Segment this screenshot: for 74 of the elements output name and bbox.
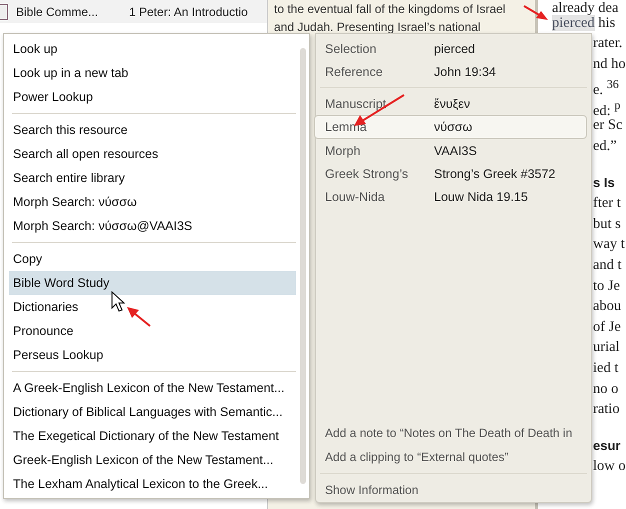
- book-text: already dea: [552, 0, 620, 15]
- menu-item[interactable]: Dictionaries: [9, 295, 296, 319]
- resource-row[interactable]: Bible Comme... 1 Peter: An Introductio: [0, 0, 267, 23]
- book-text: urial: [592, 338, 621, 358]
- resource-type: Bible Comme...: [16, 4, 100, 18]
- book-text: no o: [592, 380, 620, 398]
- menu-item[interactable]: Bible Word Study: [9, 271, 296, 295]
- info-label: Louw-Nida: [325, 190, 386, 204]
- info-value: John 19:34: [434, 64, 496, 78]
- cursor-icon: [112, 290, 126, 312]
- panel-action[interactable]: Add a clipping to “External quotes”: [316, 445, 591, 469]
- menu-item[interactable]: Look up: [9, 37, 296, 61]
- menu-item[interactable]: Search entire library: [9, 166, 296, 190]
- book-text: fter t: [592, 194, 622, 214]
- info-value: ἔνυξεν: [434, 96, 470, 110]
- menu-item[interactable]: Morph Search: νύσσω: [9, 190, 296, 214]
- book-text: ed: $^{p}$: [592, 96, 622, 116]
- arrow-drawing: [524, 5, 548, 20]
- book-text: and t: [592, 256, 623, 275]
- book-text: e. $^{36}$: [592, 76, 620, 95]
- menu-item[interactable]: Search this resource: [9, 118, 296, 142]
- book-text: rater.: [592, 34, 624, 53]
- resource-title: 1 Peter: An Introductio: [129, 4, 248, 18]
- panel-action[interactable]: Add a note to “Notes on The Death of Death in: [316, 421, 591, 445]
- info-row[interactable]: Morph VAAI3S: [316, 139, 587, 162]
- book-text: but s: [592, 214, 622, 234]
- info-row[interactable]: Reference John 19:34: [316, 60, 587, 83]
- book-text: er Sc: [592, 116, 624, 136]
- book-text: abou: [592, 297, 622, 316]
- scrollbar[interactable]: [300, 48, 306, 484]
- book-text: ed.”: [592, 136, 618, 156]
- info-value: VAAI3S: [434, 144, 477, 158]
- menu-item[interactable]: Pronounce: [9, 319, 296, 343]
- info-row[interactable]: Selection pierced: [316, 37, 587, 60]
- menu-item[interactable]: Power Lookup: [9, 85, 296, 109]
- info-value: νύσσω: [434, 120, 472, 134]
- book-text: of Je: [592, 318, 622, 337]
- info-label: Reference: [325, 64, 384, 78]
- info-row[interactable]: Manuscript ἔνυξεν: [316, 92, 587, 115]
- menu-item[interactable]: Morph Search: νύσσω@VAAI3S: [9, 214, 296, 238]
- menu-item[interactable]: Copy: [9, 247, 296, 271]
- book-text: to Je: [592, 276, 621, 296]
- menu-item[interactable]: A Greek-English Lexicon of the New Testament...: [9, 376, 296, 400]
- selected-word: pierced: [552, 15, 595, 31]
- menu-item[interactable]: The Lexham Analytical Lexicon to the Greek...: [9, 472, 296, 496]
- menu-item[interactable]: The Exegetical Dictionary of the New Testament: [9, 424, 296, 448]
- info-label: Lemma: [325, 120, 368, 134]
- info-label: Morph: [325, 144, 362, 158]
- article-text: to the eventual fall of the kingdoms of Israel: [274, 1, 506, 18]
- show-information-link[interactable]: Show Information: [316, 478, 591, 502]
- info-label: Manuscript: [325, 96, 388, 110]
- menu-item[interactable]: Greek-English Lexicon of the New Testament...: [9, 448, 296, 472]
- info-row[interactable]: Louw-Nida Louw Nida 19.15: [316, 185, 587, 208]
- book-text: his: [597, 15, 616, 31]
- menu-item[interactable]: Dictionary of Biblical Languages with Semantic...: [9, 400, 296, 424]
- menu-item[interactable]: Search all open resources: [9, 142, 296, 166]
- section-heading: esur: [592, 436, 622, 455]
- info-label: Greek Strong’s: [325, 166, 410, 180]
- info-value: Louw Nida 19.15: [434, 190, 528, 204]
- book-text: ied t: [592, 358, 620, 378]
- book-text: nd ho: [592, 54, 626, 74]
- arrow-drawing: [127, 307, 151, 327]
- info-label: Selection: [325, 42, 378, 56]
- book-text: ratio: [592, 400, 621, 420]
- menu-item[interactable]: Perseus Lookup: [9, 343, 296, 367]
- info-row[interactable]: Greek Strong’s Strong’s Greek #3572: [316, 162, 587, 185]
- info-value: Strong’s Greek #3572: [434, 166, 556, 180]
- section-heading: s Is: [592, 174, 616, 192]
- menu-item[interactable]: Look up in a new tab: [9, 61, 296, 85]
- info-value: pierced: [434, 42, 475, 56]
- info-row[interactable]: Lemma νύσσω: [314, 115, 587, 139]
- book-text: way t: [592, 235, 626, 254]
- article-text: and Judah. Presenting Israel’s national: [274, 19, 482, 36]
- book-text: low o: [592, 457, 626, 476]
